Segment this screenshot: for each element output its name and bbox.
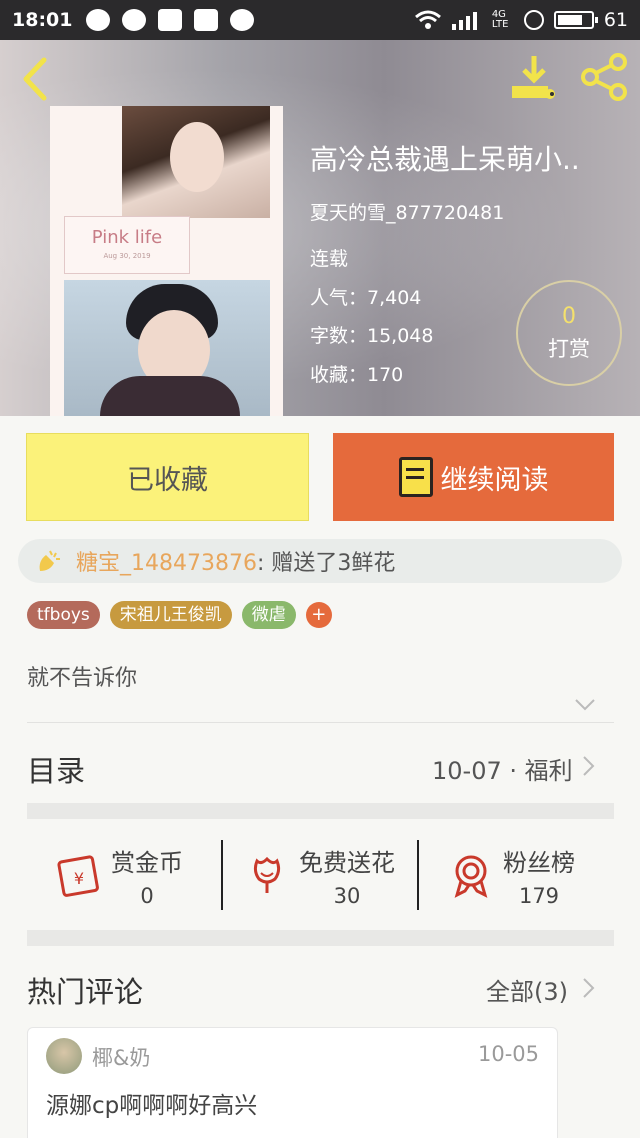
notification-icons [86,9,255,31]
note-icon [194,9,219,31]
signal-icon [451,12,477,30]
section-divider [27,930,614,946]
toc-label[interactable]: 目录 [27,748,85,790]
continue-label: 继续阅读 [440,464,549,496]
comment-card[interactable]: 椰&奶 10-05 源娜cp啊啊啊好高兴 [27,1027,558,1138]
chevron-right-icon[interactable] [582,755,596,777]
medal-icon [454,855,488,898]
red-envelope-icon: ¥ [57,855,99,897]
gift-notification: 糖宝_148473876 : 赠送了3鲜花 [18,539,622,583]
book-cover[interactable]: Pink life Aug 30, 2019 [50,106,283,416]
free-flower-cell[interactable]: 免费送花 30 [243,836,395,914]
section-divider [27,803,614,819]
tag-list: tfboys 宋祖儿王俊凯 微虐 + [27,601,332,629]
book-icon [398,457,433,497]
reward-stats: ¥ 赏金币 0 免费送花 30 粉丝榜 179 [27,836,614,914]
tag-item[interactable]: tfboys [27,601,100,629]
book-description: 就不告诉你 [27,666,138,691]
wifi-icon [414,10,441,29]
divider [27,722,614,723]
hot-comments-title: 热门评论 [27,975,144,1009]
word-count-stat: 字数：15,048 [310,325,434,347]
tag-item[interactable]: 宋祖儿王俊凯 [109,601,232,629]
stat-separator [417,840,419,910]
flower-icon [253,856,281,893]
clap-icon [39,550,60,571]
stat-label: 粉丝榜 [503,848,575,877]
stat-separator [221,840,223,910]
add-tag-button[interactable]: + [305,602,332,628]
status-bar: 18:01 4G LTE 61 [0,0,640,40]
stat-value: 0 [140,883,154,908]
tip-count: 0 [562,304,576,329]
network-type: 4G LTE [491,9,509,30]
cover-title: Pink life [91,227,163,248]
fan-ranking-cell[interactable]: 粉丝榜 179 [447,836,575,914]
cover-photo-male [64,280,270,416]
cover-photo-female [122,106,270,218]
book-header: Pink life Aug 30, 2019 高冷总裁遇上呆萌小.. 夏天的雪_… [0,40,640,416]
svg-text:¥: ¥ [74,869,84,888]
battery-icon [553,11,598,29]
download-icon[interactable] [508,52,560,102]
favorites-stat: 收藏：170 [310,364,404,386]
back-icon[interactable] [16,54,56,104]
book-title: 高冷总裁遇上呆萌小.. [310,143,580,176]
tip-button[interactable]: 0 打赏 [516,280,622,386]
book-author[interactable]: 夏天的雪_877720481 [310,198,504,225]
tip-label: 打赏 [548,337,590,361]
message-icon [122,9,147,31]
gift-user[interactable]: 糖宝_148473876 [76,545,257,577]
chat-icon [86,9,111,31]
popularity-stat: 人气：7,404 [310,287,422,309]
comment-date: 10-05 [477,1042,539,1066]
collected-button[interactable]: 已收藏 [26,433,309,521]
cover-date: Aug 30, 2019 [103,252,151,260]
tag-item[interactable]: 微虐 [241,601,296,629]
status-time: 18:01 [12,9,73,31]
gift-message: : 赠送了3鲜花 [256,551,396,576]
avatar[interactable] [46,1038,82,1074]
wechat-icon [230,9,255,31]
stat-label: 免费送花 [299,848,395,877]
battery-level: 61 [603,9,628,31]
stat-label: 赏金币 [111,848,183,877]
all-comments-link[interactable]: 全部(3) [486,972,568,1007]
video-icon [158,9,183,31]
stat-value: 30 [333,883,361,908]
hd-icon [523,10,544,30]
cover-label: Pink life Aug 30, 2019 [64,216,190,274]
continue-reading-button[interactable]: 继续阅读 [333,433,614,521]
comment-user[interactable]: 椰&奶 [92,1042,150,1072]
collected-label: 已收藏 [127,464,208,496]
serial-status: 连载 [310,248,349,270]
share-icon[interactable] [578,50,632,104]
comment-text: 源娜cp啊啊啊好高兴 [46,1093,258,1119]
chevron-right-icon[interactable] [582,977,596,999]
chevron-down-icon[interactable] [574,698,596,712]
stat-value: 179 [518,883,560,908]
latest-chapter[interactable]: 10-07 · 福利 [432,751,573,786]
coin-reward-cell[interactable]: ¥ 赏金币 0 [55,836,183,914]
